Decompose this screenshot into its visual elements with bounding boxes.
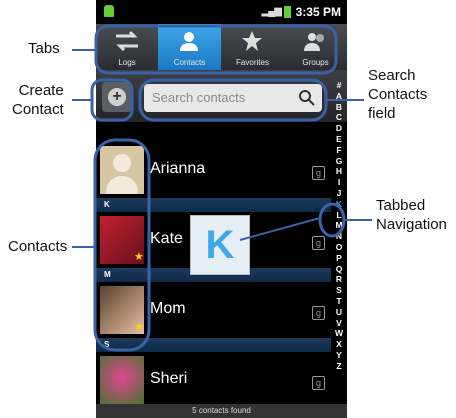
alphabet-letter[interactable]: B (331, 102, 347, 113)
alphabet-letter[interactable]: W (331, 328, 347, 339)
tab-bar: Logs Contacts Favorites Groups (96, 24, 347, 70)
tab-label: Favorites (236, 58, 269, 67)
search-icon (299, 90, 315, 106)
list-item[interactable]: Sheri g (96, 352, 331, 408)
alphabet-letter[interactable]: Y (331, 350, 347, 361)
favorite-star-icon: ★ (134, 321, 144, 333)
alphabet-letter[interactable]: F (331, 145, 347, 156)
tab-groups[interactable]: Groups (284, 24, 347, 70)
alphabet-letter[interactable]: Z (331, 361, 347, 372)
star-icon (242, 31, 262, 51)
alphabet-letter[interactable]: D (331, 123, 347, 134)
search-input[interactable]: Search contacts (144, 84, 322, 112)
alphabet-letter[interactable]: E (331, 134, 347, 145)
section-divider: S (96, 338, 331, 352)
contact-name: Sheri (150, 370, 188, 387)
tab-label: Contacts (173, 58, 206, 67)
google-account-icon: g (312, 376, 325, 390)
search-placeholder: Search contacts (152, 90, 246, 105)
alphabet-letter[interactable]: G (331, 156, 347, 167)
status-bar: ▂▄▆ 3:35 PM (96, 0, 347, 24)
callout-tabbed-navigation: Tabbed Navigation (376, 197, 447, 233)
notification-icon (104, 5, 114, 17)
battery-icon (284, 6, 291, 18)
favorite-star-icon: ★ (134, 251, 144, 263)
status-time: 3:35 PM (295, 5, 341, 19)
alphabet-letter[interactable]: O (331, 242, 347, 253)
callout-contacts: Contacts (8, 238, 68, 255)
alphabet-letter[interactable]: P (331, 253, 347, 264)
list-item[interactable]: Arianna g (96, 142, 331, 198)
groups-icon (304, 33, 324, 51)
person-icon (180, 32, 198, 51)
callout-create-contact: Create Contact (12, 82, 64, 118)
alphabet-letter[interactable]: C (331, 112, 347, 123)
contact-name: Kate (150, 230, 183, 247)
search-bar: + Search contacts (96, 70, 347, 122)
alphabet-letter[interactable]: T (331, 296, 347, 307)
list-item[interactable]: ★ Mom g (96, 282, 331, 338)
signal-icon: ▂▄▆ (261, 6, 282, 17)
alphabet-letter[interactable]: X (331, 339, 347, 350)
logs-icon (116, 30, 138, 52)
default-avatar-icon (100, 146, 144, 194)
tab-contacts[interactable]: Contacts (158, 24, 221, 70)
phone-screen: ▂▄▆ 3:35 PM Logs Contacts Favorites Grou… (96, 0, 347, 418)
letter-popup: K (190, 215, 250, 275)
alphabet-index[interactable]: # A B C D E F G H I J K L M N O P Q R S T U V W X Y Z (331, 80, 347, 404)
google-account-icon: g (312, 306, 325, 320)
create-contact-button[interactable]: + (102, 82, 132, 112)
alphabet-letter[interactable]: M (331, 220, 347, 231)
alphabet-letter[interactable]: Q (331, 264, 347, 275)
avatar (100, 356, 144, 404)
alphabet-letter[interactable]: H (331, 166, 347, 177)
contacts-count: 5 contacts found (96, 404, 347, 418)
tab-label: Groups (302, 58, 329, 67)
google-account-icon: g (312, 236, 325, 250)
tab-label: Logs (118, 58, 136, 67)
contact-name: Arianna (150, 160, 206, 177)
plus-icon: + (108, 88, 126, 106)
alphabet-letter[interactable]: I (331, 177, 347, 188)
alphabet-letter[interactable]: J (331, 188, 347, 199)
alphabet-letter[interactable]: K (331, 199, 347, 210)
alphabet-letter[interactable]: N (331, 231, 347, 242)
section-divider: K (96, 198, 331, 212)
alphabet-letter[interactable]: L (331, 210, 347, 221)
tab-favorites[interactable]: Favorites (221, 24, 284, 70)
alphabet-letter[interactable]: V (331, 318, 347, 329)
contact-name: Mom (150, 300, 186, 317)
alphabet-letter[interactable]: R (331, 274, 347, 285)
alphabet-letter[interactable]: S (331, 285, 347, 296)
alphabet-letter[interactable]: U (331, 307, 347, 318)
tab-logs[interactable]: Logs (96, 24, 158, 70)
alphabet-letter[interactable]: # (331, 80, 347, 91)
avatar (100, 146, 144, 194)
google-account-icon: g (312, 166, 325, 180)
callout-search: Search Contacts field (368, 67, 428, 122)
callout-tabs: Tabs (28, 40, 60, 57)
alphabet-letter[interactable]: A (331, 91, 347, 102)
